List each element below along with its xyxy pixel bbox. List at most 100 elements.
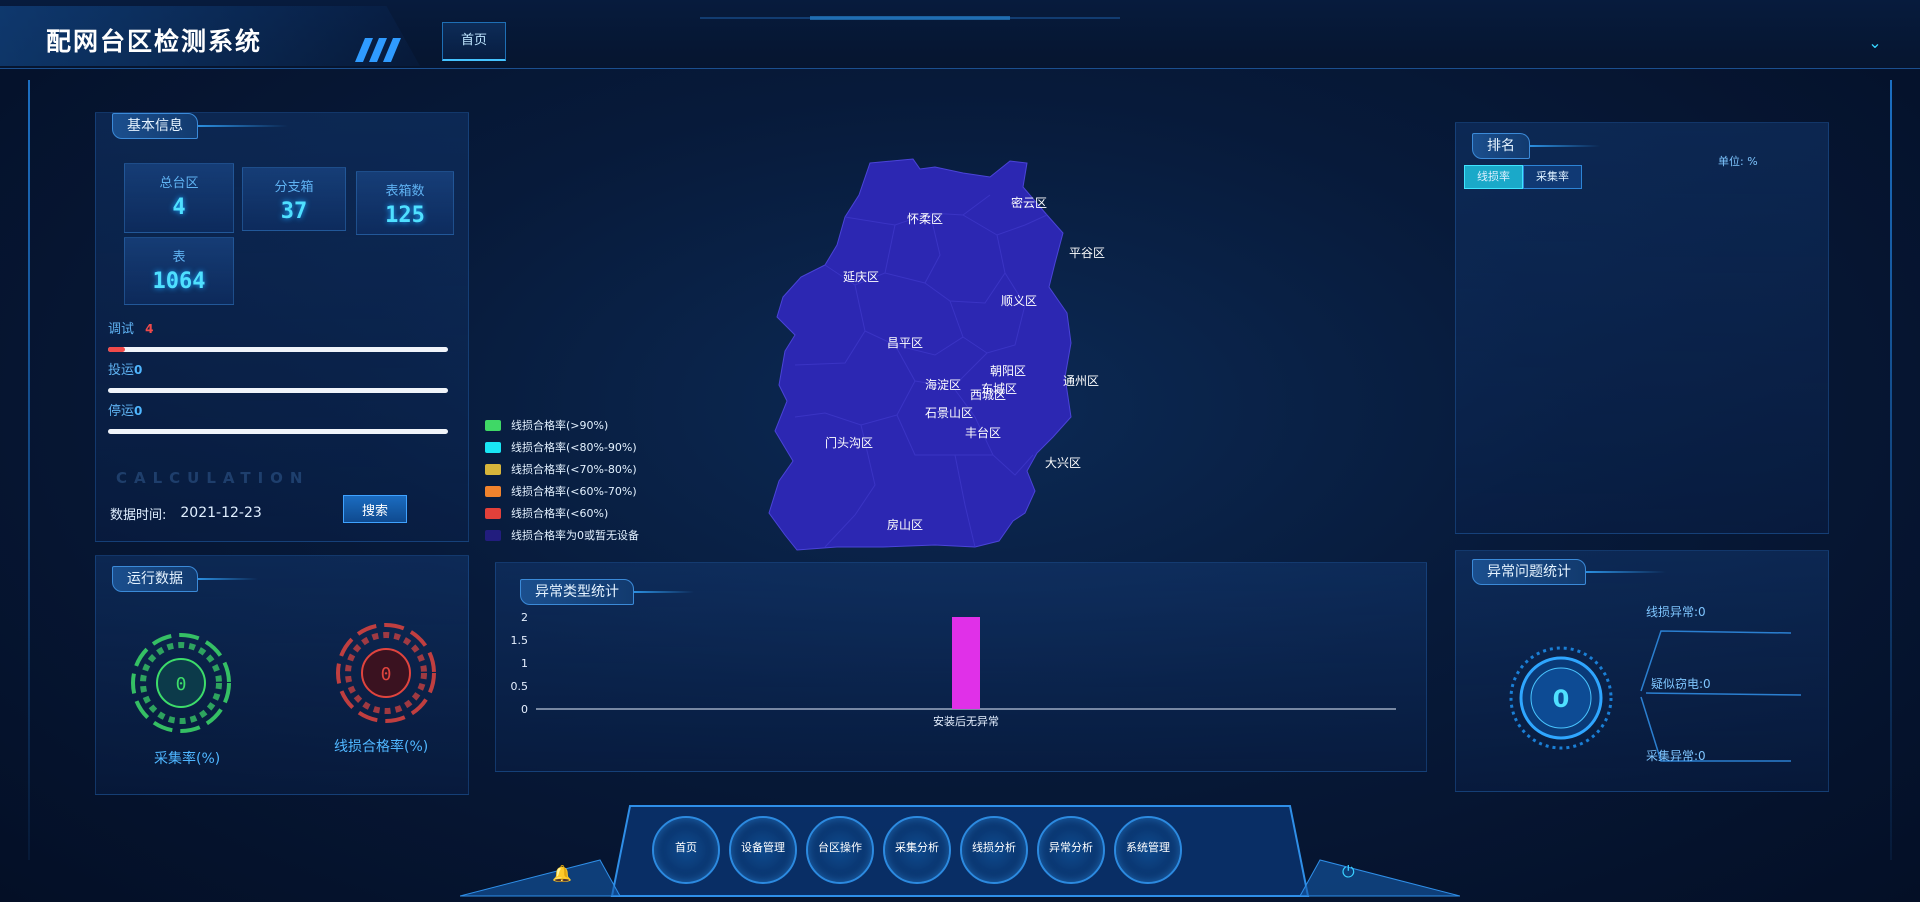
- ranking-title: 排名: [1472, 133, 1530, 159]
- stat-meter-box: 表箱数 125: [356, 171, 454, 235]
- bell-icon[interactable]: 🔔: [552, 864, 572, 883]
- basic-info-title: 基本信息: [112, 113, 198, 139]
- stat-branch-box: 分支箱 37: [242, 167, 346, 231]
- nav-line-loss-analysis[interactable]: 线损分析: [960, 816, 1028, 884]
- legend-swatch: [485, 441, 501, 453]
- y-tick-label: 1: [521, 657, 528, 670]
- nav-collect-analysis[interactable]: 采集分析: [883, 816, 951, 884]
- stat-label: 表: [172, 250, 186, 265]
- stat-value: 1064: [152, 269, 206, 294]
- legend-label: 线损合格率(<60%): [511, 507, 609, 520]
- progress-track: [108, 347, 448, 352]
- title-line: [198, 578, 258, 580]
- stat-value: 4: [172, 195, 186, 220]
- progress-running: 投运0: [108, 359, 448, 393]
- date-row: 数据时间:: [110, 501, 278, 525]
- search-button[interactable]: 搜索: [343, 495, 407, 523]
- gauge-value: 0: [176, 674, 187, 695]
- legend-label: 线损合格率(<80%-90%): [511, 441, 637, 454]
- anomaly-type-title: 异常类型统计: [520, 579, 634, 605]
- nav-anomaly-analysis[interactable]: 异常分析: [1037, 816, 1105, 884]
- progress-label: 调试: [108, 322, 135, 337]
- progress-track: [108, 429, 448, 434]
- legend-item: 线损合格率(>90%): [485, 414, 639, 436]
- legend-item: 线损合格率(<70%-80%): [485, 458, 639, 480]
- right-frame-line: [1890, 80, 1892, 860]
- district-label: 朝阳区: [990, 364, 1026, 378]
- nav-area-operation[interactable]: 台区操作: [806, 816, 874, 884]
- nav-device-management[interactable]: 设备管理: [729, 816, 797, 884]
- y-tick-label: 2: [521, 611, 528, 624]
- stat-meter: 表 1064: [124, 237, 234, 305]
- title-line: [634, 591, 694, 593]
- run-data-title: 运行数据: [112, 566, 198, 592]
- progress-label: 投运: [108, 363, 135, 378]
- legend-label: 线损合格率为0或暂无设备: [511, 529, 639, 542]
- nav-system-management[interactable]: 系统管理: [1114, 816, 1182, 884]
- stat-value: 125: [385, 203, 425, 228]
- stat-label: 分支箱: [274, 180, 314, 195]
- left-frame-line: [28, 80, 30, 860]
- anomaly-type-panel: 异常类型统计 0 0.5 1 1.5 2 安装后无异常: [495, 562, 1427, 772]
- map-legend: 线损合格率(>90%) 线损合格率(<80%-90%) 线损合格率(<70%-8…: [485, 414, 639, 546]
- line-loss-label: 线损合格率(%): [334, 739, 429, 755]
- district-label: 西城区: [970, 388, 1006, 402]
- stat-value: 37: [280, 199, 308, 224]
- district-label: 昌平区: [887, 336, 923, 350]
- collect-rate-label: 采集率(%): [154, 751, 221, 767]
- legend-swatch: [485, 419, 501, 431]
- anomaly-total-gauge: 0: [1509, 646, 1613, 750]
- ranking-unit: 单位: %: [1718, 155, 1758, 168]
- x-tick-label: 安装后无异常: [933, 714, 999, 728]
- progress-fill: [108, 347, 125, 352]
- y-tick-label: 1.5: [511, 634, 529, 647]
- district-label: 延庆区: [843, 270, 879, 284]
- anomaly-collect: 采集异常:0: [1646, 749, 1706, 763]
- power-icon[interactable]: ⏻: [1342, 862, 1355, 882]
- district-label: 海淀区: [925, 377, 961, 392]
- date-input[interactable]: [178, 501, 278, 525]
- district-label: 顺义区: [1001, 294, 1037, 308]
- legend-label: 线损合格率(>90%): [511, 419, 609, 432]
- legend-swatch: [485, 485, 501, 497]
- app-title: 配网台区检测系统: [46, 27, 263, 56]
- legend-label: 线损合格率(<70%-80%): [511, 463, 637, 476]
- district-label: 房山区: [887, 517, 923, 532]
- basic-info-panel: 基本信息 总台区 4 分支箱 37 表箱数 125 表 1064 调试 4 投运…: [95, 112, 469, 542]
- district-label: 大兴区: [1045, 456, 1081, 470]
- anomaly-stats-title: 异常问题统计: [1472, 559, 1586, 585]
- calculation-watermark: CALCULATION: [116, 469, 310, 487]
- tab-home[interactable]: 首页: [442, 22, 506, 61]
- beijing-district-map: 怀柔区 密云区 延庆区 平谷区 顺义区 昌平区 朝阳区 海淀区 东城区 西城区 …: [768, 158, 1105, 551]
- progress-value: 0: [134, 404, 143, 418]
- run-data-panel: 运行数据 0 采集率(%) 0 线损合格率(%): [95, 555, 469, 795]
- gauge-value: 0: [381, 664, 392, 685]
- y-tick-label: 0.5: [511, 680, 529, 693]
- title-line: [1586, 571, 1666, 573]
- stat-label: 表箱数: [385, 184, 425, 199]
- bar: [952, 617, 980, 709]
- title-line: [1530, 145, 1600, 147]
- anomaly-stats-panel: 异常问题统计 0 线损异常:0 疑似窃电:0 采集异常:0: [1455, 550, 1829, 792]
- district-label: 平谷区: [1069, 246, 1105, 260]
- anomaly-line-loss: 线损异常:0: [1646, 605, 1706, 619]
- legend-item: 线损合格率(<60%-70%): [485, 480, 639, 502]
- ranking-panel: 排名 线损率 采集率 单位: %: [1455, 122, 1829, 534]
- tab-line-loss-rate[interactable]: 线损率: [1464, 165, 1523, 189]
- progress-stopped: 停运0: [108, 400, 448, 434]
- district-label: 通州区: [1063, 374, 1099, 388]
- stat-label: 总台区: [159, 176, 199, 191]
- ranking-tabs: 线损率 采集率: [1464, 165, 1582, 189]
- tab-collect-rate[interactable]: 采集率: [1523, 165, 1582, 189]
- date-label: 数据时间:: [110, 507, 167, 523]
- line-loss-gauge: 0: [336, 623, 436, 723]
- nav-home[interactable]: 首页: [652, 816, 720, 884]
- chevron-down-icon[interactable]: ⌄: [1860, 28, 1890, 58]
- legend-item: 线损合格率(<60%): [485, 502, 639, 524]
- anomaly-suspected-theft: 疑似窃电:0: [1651, 677, 1711, 691]
- collect-rate-gauge: 0: [131, 633, 231, 733]
- stat-total-area: 总台区 4: [124, 163, 234, 233]
- legend-item: 线损合格率(<80%-90%): [485, 436, 639, 458]
- progress-value: 0: [134, 363, 143, 377]
- progress-label: 停运: [108, 404, 135, 419]
